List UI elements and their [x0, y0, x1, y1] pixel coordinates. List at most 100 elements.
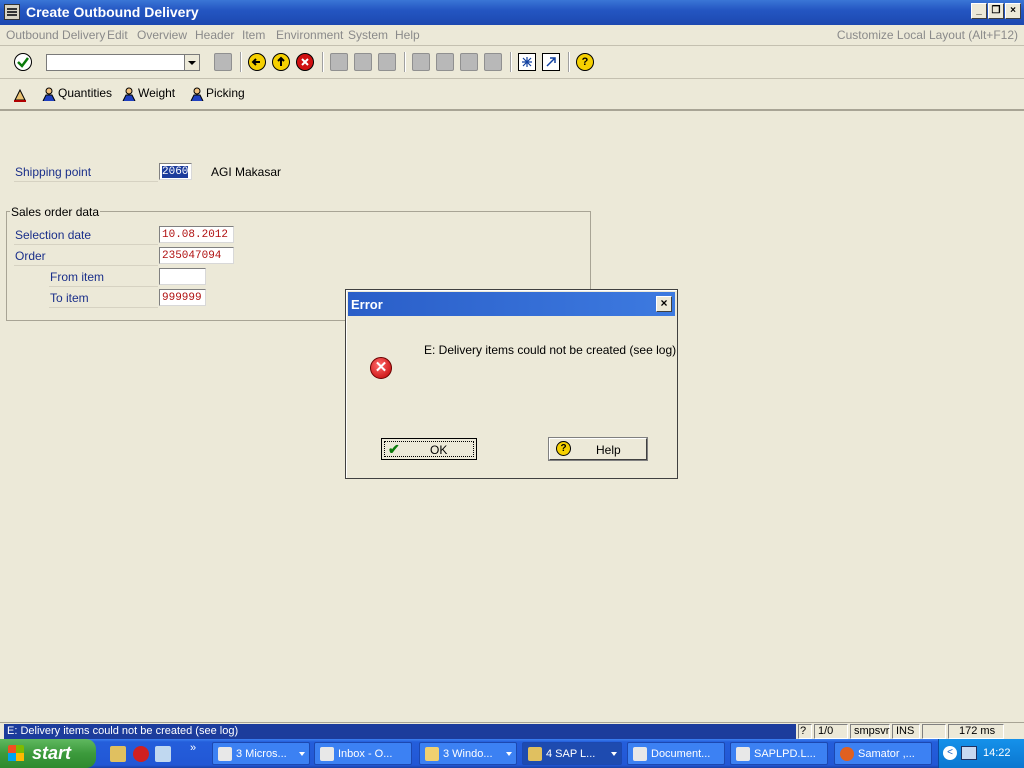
- menu-bar: Outbound Delivery Edit Overview Header I…: [0, 25, 1024, 46]
- exit-icon[interactable]: [272, 53, 290, 71]
- taskbar-item-inbox[interactable]: Inbox - O...: [314, 742, 412, 765]
- insert-mode[interactable]: INS: [892, 724, 920, 739]
- close-window-button[interactable]: ×: [1005, 3, 1021, 19]
- label-underline: [14, 181, 158, 182]
- shipping-point-description: AGI Makasar: [211, 165, 282, 179]
- error-icon: ✕: [370, 357, 392, 379]
- create-session-icon[interactable]: [518, 53, 536, 71]
- label-underline: [49, 307, 158, 308]
- start-button[interactable]: start: [0, 739, 96, 768]
- weight-button[interactable]: Weight: [122, 86, 175, 102]
- tray-expand-icon[interactable]: <: [943, 746, 957, 760]
- from-item-field[interactable]: [159, 268, 206, 285]
- status-message[interactable]: E: Delivery items could not be created (…: [4, 724, 796, 739]
- taskbar-item-windows[interactable]: 3 Windo...: [419, 742, 517, 765]
- checkmark-icon: ✔: [388, 441, 400, 457]
- quicklaunch-app-icon[interactable]: [155, 746, 171, 762]
- menu-system[interactable]: System: [348, 28, 388, 42]
- menu-outbound-delivery[interactable]: Outbound Delivery: [6, 28, 105, 42]
- windows-taskbar: start » 3 Micros... Inbox - O... 3 Windo…: [0, 739, 1024, 768]
- last-page-icon[interactable]: [484, 53, 502, 71]
- order-field[interactable]: 235047094: [159, 247, 234, 264]
- to-item-field[interactable]: 999999: [159, 289, 206, 306]
- taskbar-item-micros[interactable]: 3 Micros...: [212, 742, 310, 765]
- window-title: Create Outbound Delivery: [26, 4, 199, 20]
- previous-page-icon[interactable]: [436, 53, 454, 71]
- clock[interactable]: 14:22: [983, 747, 1011, 759]
- shortcut-icon[interactable]: [542, 53, 560, 71]
- help-icon: ?: [556, 441, 571, 456]
- outlook-icon: [320, 747, 334, 761]
- quicklaunch-chevron-icon[interactable]: »: [190, 742, 196, 754]
- network-icon[interactable]: [961, 746, 977, 760]
- printer-icon: [736, 747, 750, 761]
- person-icon: [122, 87, 136, 102]
- quantities-button[interactable]: Quantities: [42, 86, 112, 102]
- toolbar-separator: [404, 52, 406, 72]
- from-item-label: From item: [50, 270, 104, 284]
- error-dialog: Error × ✕ E: Delivery items could not be…: [345, 289, 678, 479]
- ok-button[interactable]: ✔ OK: [381, 438, 477, 460]
- save-icon[interactable]: [214, 53, 232, 71]
- windows-logo-icon: [8, 745, 24, 761]
- enter-icon[interactable]: [14, 53, 32, 71]
- find-next-icon[interactable]: [378, 53, 396, 71]
- status-empty-cell: [922, 724, 946, 739]
- menu-help[interactable]: Help: [395, 28, 420, 42]
- server-name: smpsvr: [850, 724, 890, 739]
- help-button[interactable]: ? Help: [548, 437, 648, 461]
- session-indicator[interactable]: 1/0: [814, 724, 848, 739]
- command-field[interactable]: [46, 54, 200, 71]
- menu-environment[interactable]: Environment: [276, 28, 343, 42]
- dialog-title-bar: Error ×: [348, 292, 675, 316]
- print-icon[interactable]: [330, 53, 348, 71]
- label-underline: [14, 265, 158, 266]
- taskbar-item-document[interactable]: Document...: [627, 742, 725, 765]
- to-item-label: To item: [50, 291, 89, 305]
- menu-edit[interactable]: Edit: [107, 28, 128, 42]
- shipping-point-label: Shipping point: [15, 165, 92, 179]
- find-icon[interactable]: [354, 53, 372, 71]
- command-dropdown-icon[interactable]: [184, 55, 199, 70]
- next-page-icon[interactable]: [460, 53, 478, 71]
- status-bar: E: Delivery items could not be created (…: [0, 722, 1024, 740]
- first-page-icon[interactable]: [412, 53, 430, 71]
- document-icon: [633, 747, 647, 761]
- menu-item[interactable]: Item: [242, 28, 265, 42]
- toolbar-separator: [240, 52, 242, 72]
- excel-icon: [218, 747, 232, 761]
- sales-order-data-title: Sales order data: [10, 205, 101, 219]
- taskbar-item-sap[interactable]: 4 SAP L...: [522, 742, 622, 765]
- customize-layout-link[interactable]: Customize Local Layout (Alt+F12): [837, 28, 1018, 42]
- cancel-icon[interactable]: [296, 53, 314, 71]
- taskbar-item-samator[interactable]: Samator ,...: [834, 742, 932, 765]
- shipping-point-field[interactable]: 2060: [159, 163, 192, 180]
- minimize-button[interactable]: _: [971, 3, 987, 19]
- picking-button[interactable]: Picking: [190, 86, 245, 102]
- standard-toolbar: ?: [0, 46, 1024, 79]
- menu-overview[interactable]: Overview: [137, 28, 187, 42]
- taskbar-item-saplpd[interactable]: SAPLPD.L...: [730, 742, 828, 765]
- dialog-title: Error: [351, 297, 383, 312]
- app-icon: [4, 4, 20, 20]
- restore-button[interactable]: ❐: [988, 3, 1004, 19]
- person-icon: [190, 87, 204, 102]
- status-help-icon[interactable]: ?: [798, 724, 812, 739]
- toolbar-separator: [568, 52, 570, 72]
- quicklaunch-sap-icon[interactable]: [110, 746, 126, 762]
- menu-header[interactable]: Header: [195, 28, 234, 42]
- help-icon[interactable]: ?: [576, 53, 594, 71]
- toolbar-separator: [510, 52, 512, 72]
- document-flow-icon: [12, 87, 26, 102]
- label-underline: [14, 244, 158, 245]
- chevron-down-icon: [611, 752, 617, 756]
- back-icon[interactable]: [248, 53, 266, 71]
- application-toolbar: Quantities Weight Picking: [0, 79, 1024, 111]
- selection-date-field[interactable]: 10.08.2012: [159, 226, 234, 243]
- dialog-close-button[interactable]: ×: [656, 296, 672, 312]
- display-doc-flow-button[interactable]: [12, 86, 28, 102]
- quicklaunch-media-icon[interactable]: [133, 746, 149, 762]
- system-tray: < 14:22: [938, 739, 1024, 768]
- person-icon: [42, 87, 56, 102]
- sap-icon: [528, 747, 542, 761]
